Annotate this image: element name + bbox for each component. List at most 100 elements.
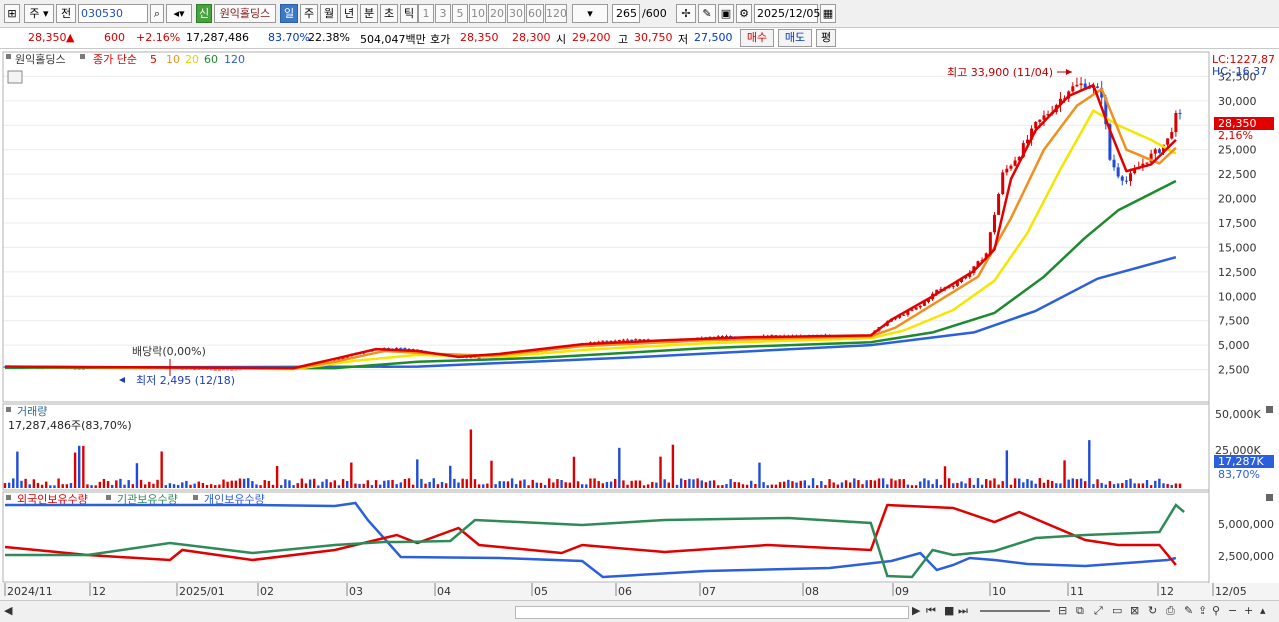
calendar-icon[interactable]: ▦ [820,4,836,23]
date-input[interactable]: 2025/12/05 [754,4,820,23]
interval-button[interactable]: 1 [418,4,434,23]
volume-bar [704,482,708,488]
chart-layout-icon[interactable]: ⊞ [4,4,20,23]
period-button[interactable]: 주 [300,4,318,23]
volume-bar [1116,483,1120,488]
zoom-slider[interactable] [980,610,1050,612]
interval-button[interactable]: 5 [452,4,468,23]
high-label: 고 [618,33,629,46]
average-button[interactable]: 평 [816,29,836,47]
sell-button[interactable]: 매도 [778,29,812,47]
rewind-icon[interactable]: ⏮ [926,604,936,618]
period-button[interactable]: 일 [280,4,298,23]
print-icon[interactable]: ⎙ [1166,604,1175,618]
volume-panel-close-icon[interactable] [1266,406,1273,413]
refresh-icon[interactable]: ↻ [1148,604,1157,617]
volume-bar [440,481,444,488]
zoom-out-icon[interactable]: − [1228,604,1237,617]
stop-icon[interactable]: ■ [944,604,954,617]
volume-bar [717,485,720,488]
volume-bar [176,484,180,488]
scroll-left-icon[interactable]: ◀ [4,604,12,617]
x-tick-label: 2024/11 [7,585,53,598]
volume-bar [667,482,670,488]
candle-body [1071,86,1075,92]
fit-icon[interactable]: ⤢ [1094,604,1103,618]
crosshair-icon[interactable]: ✢ [676,4,696,23]
interval-dropdown[interactable]: ▾ [572,4,608,23]
volume-bar [473,479,477,488]
prev-button[interactable]: 전 [56,4,76,23]
candle-body [1178,112,1182,114]
volume-bar [593,478,596,488]
candle-body [918,305,922,308]
interval-button[interactable]: 120 [545,4,567,23]
volume-bar [881,478,885,488]
volume-bar [300,478,304,488]
volume-bar [1063,460,1066,488]
stock-chart[interactable]: 원익홀딩스 종가 단순 5 10 20 60 120 최고 33,900 (11… [0,50,1279,600]
scroll-right-icon[interactable]: ▶ [912,604,920,617]
volume-bar [1096,479,1099,488]
volume-bar [585,484,588,488]
volume-bar [275,466,279,488]
volume-bar [358,483,361,488]
volume-bar [321,481,324,488]
volume-bar [952,483,955,488]
interval-button[interactable]: 3 [435,4,451,23]
search-zoom-icon[interactable]: ⚲ [1212,604,1220,617]
search-icon[interactable]: ⌕ [150,4,164,23]
period-button[interactable]: 틱 [400,4,418,23]
x-tick-label: 05 [534,585,548,598]
count-input[interactable]: 265 [612,4,640,23]
volume-bar [420,478,423,488]
draw-tool-icon[interactable]: ✎ [698,4,716,23]
export-icon[interactable]: ⇪ [1198,604,1207,617]
candle-body [1153,149,1157,154]
interval-button[interactable]: 30 [507,4,525,23]
holdings-panel-close-icon[interactable] [1266,494,1273,501]
zoom-in-icon[interactable]: + [1244,604,1253,617]
volume-bar [387,480,390,488]
lock-icon[interactable]: ⊠ [1130,604,1139,617]
volume-bar [919,481,922,488]
volume-bar [556,479,559,488]
volume-bar [552,482,555,488]
forward-icon[interactable]: ⏭ [958,604,968,618]
volume-bar [3,483,7,488]
volume-bar [148,481,151,488]
period-button[interactable]: 월 [320,4,338,23]
interval-button[interactable]: 20 [488,4,506,23]
period-select[interactable]: 주 ▾ [24,4,54,23]
volume-bar [638,480,642,488]
volume-bar [815,485,819,488]
volume-bar [506,481,510,488]
volume-bar [630,480,633,488]
candle-body [617,340,621,342]
layout-icon[interactable]: ⊟ [1058,604,1067,617]
window-icon[interactable]: ▭ [1112,604,1122,617]
table-toggle-icon[interactable] [7,70,23,84]
settings-gear-icon[interactable]: ⚙ [736,4,752,23]
period-button[interactable]: 초 [380,4,398,23]
buy-button[interactable]: 매수 [740,29,774,47]
volume-readout: 17,287,486주(83,70%) [8,419,132,432]
volume-bar [721,485,724,488]
x-tick-label: 11 [1070,585,1084,598]
volume-bar [242,478,246,488]
fullscreen-icon[interactable]: ▴ [1260,604,1266,617]
period-button[interactable]: 분 [360,4,378,23]
pen-icon[interactable]: ✎ [1184,604,1193,617]
interval-button[interactable]: 10 [469,4,487,23]
stock-name-label[interactable]: 원익홀딩스 [214,4,276,23]
stock-code-input[interactable]: 030530 [78,4,148,23]
sound-icon[interactable]: ◂▾ [166,4,192,23]
copy-icon[interactable]: ⧉ [1076,604,1084,618]
volume-bar [605,482,609,488]
bid-price: 28,350 [460,31,499,44]
save-icon[interactable]: ▣ [718,4,734,23]
scroll-thumb[interactable] [515,606,909,619]
period-button[interactable]: 년 [340,4,358,23]
ma60-line [4,179,1177,370]
interval-button[interactable]: 60 [526,4,544,23]
